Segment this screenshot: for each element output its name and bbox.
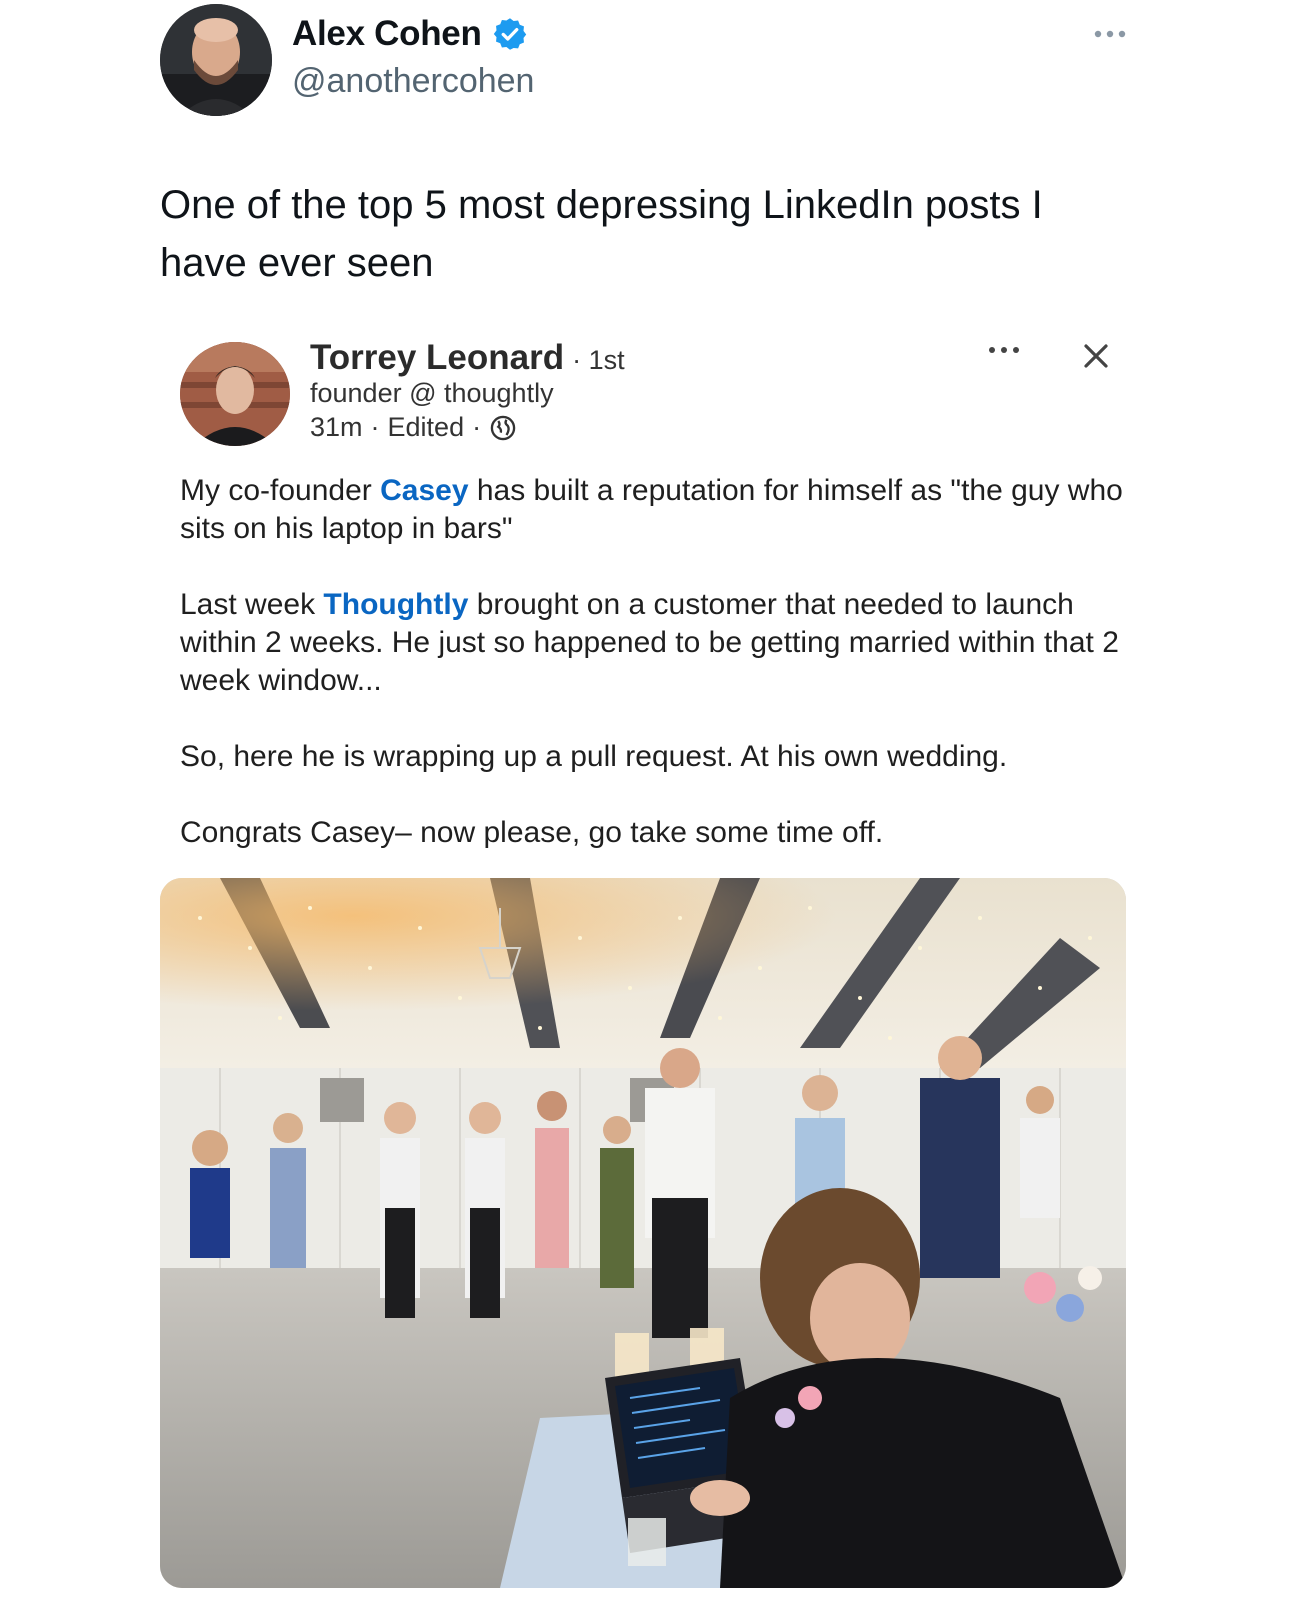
tweet-text: One of the top 5 most depressing LinkedI…: [160, 183, 1043, 285]
linkedin-post-body: My co-founder Casey has built a reputati…: [180, 472, 1130, 890]
author-name-row: Alex Cohen: [292, 14, 528, 54]
post-meta: 31m · Edited ·: [310, 412, 517, 443]
author-handle[interactable]: @anothercohen: [292, 62, 534, 101]
linkedin-author-row: Torrey Leonard · 1st: [310, 338, 625, 378]
mention-link-casey[interactable]: Casey: [380, 474, 468, 507]
edited-label: Edited: [387, 412, 465, 442]
more-options-icon[interactable]: [986, 340, 1022, 360]
linkedin-author-headline: founder @ thoughtly: [310, 378, 554, 408]
verified-badge-icon: [492, 16, 528, 52]
post-paragraph: My co-founder Casey has built a reputati…: [180, 472, 1130, 548]
linkedin-author-name[interactable]: Torrey Leonard: [310, 338, 564, 378]
company-link-thoughtly[interactable]: Thoughtly: [323, 588, 468, 621]
paragraph-text: My co-founder: [180, 474, 381, 507]
paragraph-text: Last week: [180, 588, 324, 621]
author-name[interactable]: Alex Cohen: [292, 14, 482, 54]
post-paragraph: Last week Thoughtly brought on a custome…: [180, 586, 1130, 700]
connection-degree-value: 1st: [588, 345, 625, 375]
meta-separator: ·: [370, 412, 380, 442]
connection-degree: · 1st: [572, 345, 625, 375]
post-time: 31m: [310, 412, 363, 442]
author-avatar[interactable]: [160, 4, 272, 116]
close-icon[interactable]: [1080, 340, 1112, 372]
post-paragraph: Congrats Casey– now please, go take some…: [180, 816, 884, 849]
meta-separator: ·: [472, 412, 482, 442]
more-options-icon[interactable]: [1090, 22, 1130, 46]
post-photo[interactable]: [160, 878, 1126, 1588]
globe-icon: [489, 414, 517, 442]
post-paragraph: So, here he is wrapping up a pull reques…: [180, 740, 1008, 773]
linkedin-author-avatar[interactable]: [180, 342, 290, 446]
